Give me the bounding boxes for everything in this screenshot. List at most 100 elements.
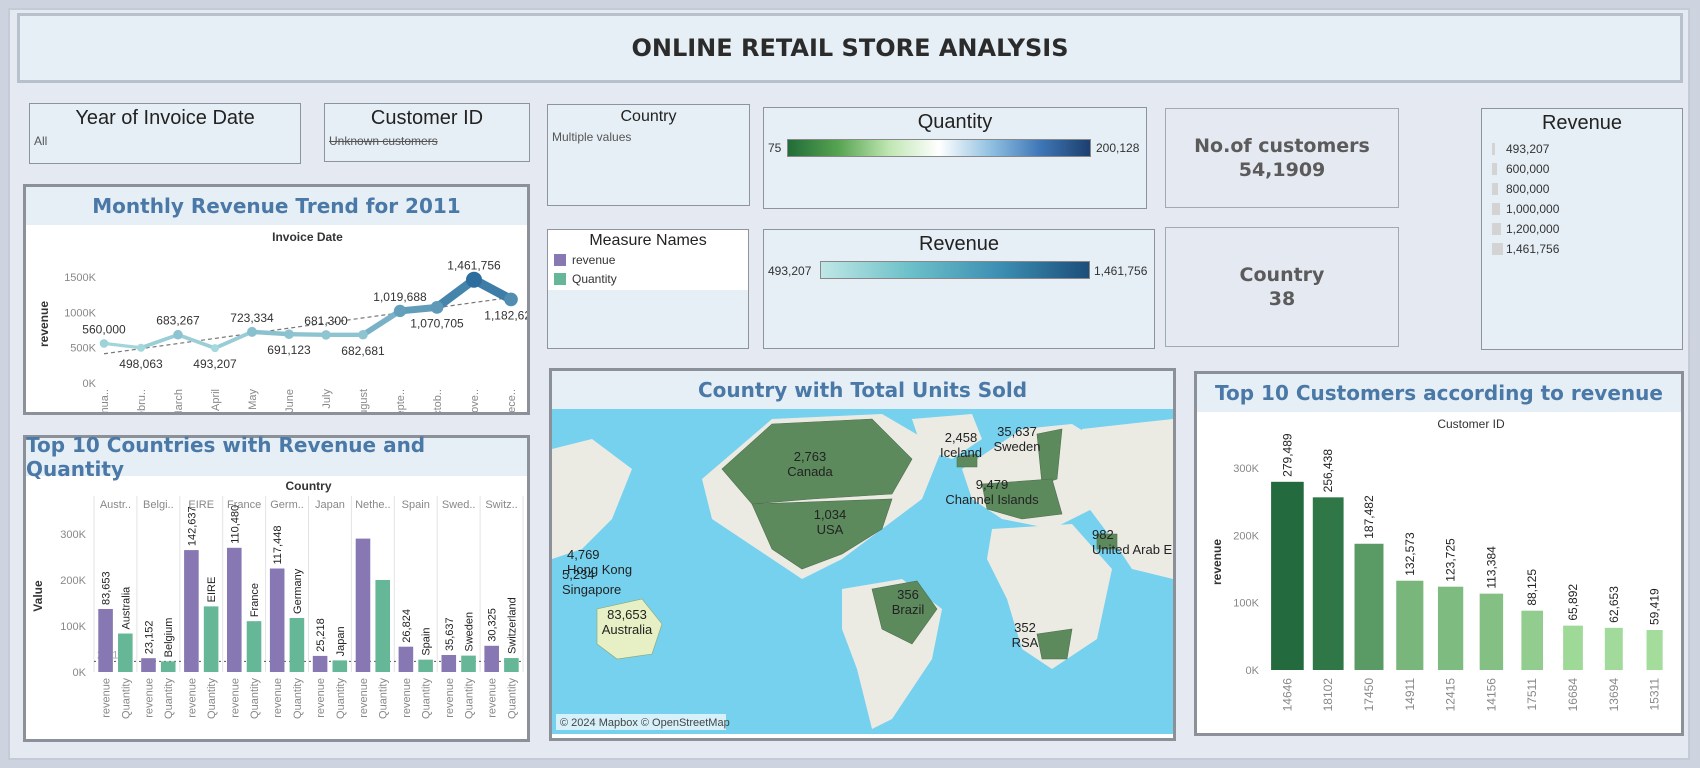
- country-measure-label: revenue: [101, 678, 113, 718]
- country-measure-label: revenue: [487, 678, 499, 718]
- line-ytick-label: 0K: [83, 378, 97, 390]
- top-customers-chart: Customer ID revenue 0K 100K 200K 300K 279,489 1…: [1210, 417, 1663, 712]
- country-header-label: Nethe..: [355, 499, 390, 511]
- country-header-label: Germ..: [270, 499, 304, 511]
- year-filter-value[interactable]: All: [30, 134, 300, 148]
- line-ytick-label: 1000K: [64, 307, 96, 319]
- cust-bar: [1437, 586, 1464, 670]
- quantity-legend-title: Quantity: [917, 111, 993, 133]
- revenue-size-legend: Revenue 493,207 600,000 800,000 1,000,000 1,…: [1481, 108, 1683, 350]
- size-legend-swatch: [1492, 183, 1498, 195]
- cust-xtick-label: 17450: [1362, 678, 1376, 712]
- monthly-revenue-panel: Monthly Revenue Trend for 2011 Invoice D…: [23, 184, 538, 425]
- country-x-title: Country: [286, 479, 332, 493]
- line-point: [284, 329, 294, 339]
- country-measure-label: revenue: [444, 678, 456, 718]
- cust-xtick-label: 14646: [1280, 678, 1294, 712]
- map-country-label: United Arab Emirates: [1092, 542, 1173, 557]
- line-xtick-label: Octob..: [432, 389, 444, 412]
- line-xtick-label: August: [358, 389, 370, 412]
- revenue-gradient-bar: [820, 261, 1090, 279]
- customer-filter[interactable]: Customer ID Unknown customers: [324, 103, 530, 162]
- line-data-label: 683,267: [156, 314, 200, 328]
- country-quantity-bar: [375, 580, 391, 672]
- cust-ytick-label: 300K: [1233, 463, 1259, 475]
- legend-item-revenue: revenue: [554, 253, 748, 267]
- line-xtick-label: Dece..: [506, 389, 518, 412]
- country-quantity-bar: [160, 661, 176, 672]
- line-y-title: revenue: [37, 301, 51, 347]
- country-filter-value[interactable]: Multiple values: [548, 130, 749, 144]
- map-value-label: 352: [1014, 620, 1036, 635]
- map-country-label: Canada: [787, 464, 833, 479]
- size-legend-swatch: [1492, 243, 1503, 255]
- map-country-label: Australia: [602, 622, 653, 637]
- year-filter-title: Year of Invoice Date: [75, 107, 255, 129]
- top-countries-panel: Top 10 Countries with Revenue and Quanti…: [23, 433, 530, 742]
- revenue-color-legend-min: 493,207: [768, 264, 812, 278]
- country-quantity-bar: [461, 655, 476, 672]
- units-map-title: Country with Total Units Sold: [697, 378, 1028, 402]
- size-legend-label: 1,461,756: [1506, 242, 1560, 256]
- country-measure-label: Quantity: [378, 678, 390, 719]
- kpi-customers-value: 54,1909: [1238, 159, 1326, 181]
- top-countries-title: Top 10 Countries with Revenue and Quanti…: [26, 433, 426, 481]
- cust-bar: [1479, 593, 1504, 670]
- revenue-color-legend-max: 1,461,756: [1094, 264, 1148, 278]
- country-measure-label: Quantity: [292, 678, 304, 719]
- cust-bar: [1646, 629, 1663, 670]
- line-segment: [102, 341, 143, 350]
- country-revenue-bar: [269, 568, 285, 672]
- line-segment: [360, 308, 403, 338]
- cust-bar: [1312, 497, 1344, 670]
- country-revenue-bar: [484, 645, 499, 672]
- world-map[interactable]: 2,763Canada 1,034USA 2,458Iceland 35,637Swe…: [552, 409, 1215, 734]
- map-country-label: Singapore: [562, 582, 621, 597]
- cust-data-label: 113,384: [1484, 546, 1498, 589]
- cust-bar: [1604, 627, 1623, 670]
- cust-xtick-label: 14156: [1484, 678, 1498, 712]
- line-data-label: 1,070,705: [410, 316, 464, 330]
- country-filter[interactable]: Country Multiple values: [547, 104, 750, 206]
- top-customers-title: Top 10 Customers according to revenue: [1215, 381, 1663, 405]
- cust-bar: [1354, 543, 1384, 670]
- country-data-label: 83,653: [101, 571, 113, 605]
- size-legend-item: 1,000,000: [1492, 199, 1559, 219]
- revenue-size-legend-items: 493,207 600,000 800,000 1,000,000 1,200,000 1…: [1492, 139, 1559, 259]
- country-data-label: 117,448: [272, 526, 284, 565]
- country-quantity-bar: [118, 633, 133, 672]
- line-data-label: 493,207: [193, 357, 237, 371]
- country-name-label: Spain: [421, 628, 433, 656]
- map-country-label: Channel Islands: [945, 492, 1039, 507]
- country-measure-label: Quantity: [335, 678, 347, 719]
- map-value-label: 1,034: [814, 507, 847, 522]
- cust-data-label: 123,725: [1444, 538, 1458, 582]
- line-data-label: 560,000: [82, 322, 126, 336]
- country-quantity-bar: [504, 658, 519, 672]
- size-legend-label: 1,200,000: [1506, 222, 1560, 236]
- country-ytick-label: 300K: [60, 529, 86, 541]
- country-revenue-bar: [141, 658, 156, 672]
- country-measure-label: Quantity: [249, 678, 261, 719]
- rsa-shape: [1036, 628, 1073, 660]
- size-legend-swatch: [1492, 223, 1501, 235]
- country-measure-label: Quantity: [421, 678, 433, 719]
- country-quantity-bar: [418, 659, 433, 672]
- country-measure-label: revenue: [186, 678, 198, 718]
- monthly-revenue-title: Monthly Revenue Trend for 2011: [92, 194, 461, 218]
- country-filter-title: Country: [620, 108, 677, 125]
- size-legend-label: 493,207: [1506, 142, 1550, 156]
- cust-data-label: 279,489: [1280, 433, 1294, 477]
- country-data-label: 25,218: [315, 618, 327, 652]
- customer-filter-value[interactable]: Unknown customers: [325, 134, 529, 148]
- country-name-label: Switzerland: [506, 597, 518, 654]
- customer-filter-title: Customer ID: [370, 107, 484, 129]
- monthly-revenue-chart: Invoice Date revenue 0K 500K 1000K 1500K 560,0…: [37, 230, 538, 425]
- country-name-label: Belgium: [163, 618, 175, 658]
- cust-data-label: 65,892: [1566, 584, 1580, 621]
- legend-item-quantity: Quantity: [554, 272, 748, 286]
- country-header-label: Swed..: [442, 499, 476, 511]
- country-header-label: Austr..: [100, 499, 131, 511]
- year-filter[interactable]: Year of Invoice Date All: [29, 103, 301, 164]
- cust-ytick-label: 200K: [1233, 530, 1259, 542]
